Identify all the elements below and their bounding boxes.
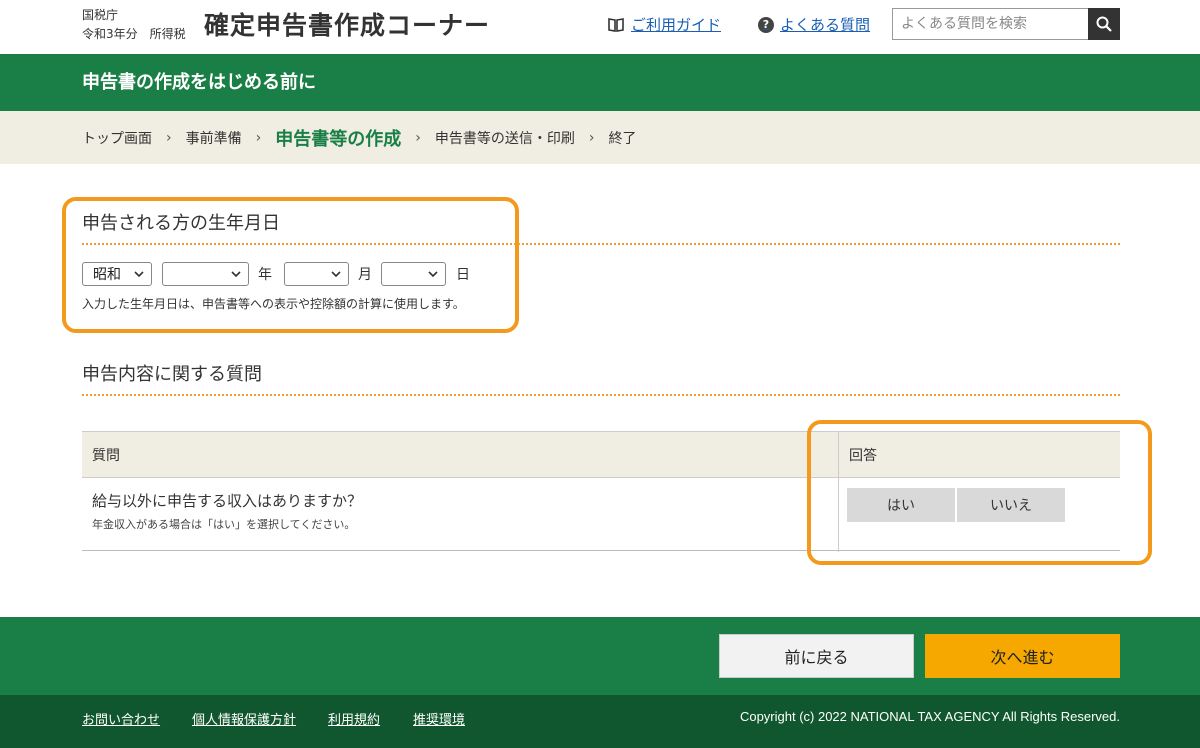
next-button[interactable]: 次へ進む (925, 634, 1120, 678)
breadcrumb-item-top: トップ画面 (82, 130, 152, 147)
breadcrumb: トップ画面 › 事前準備 › 申告書等の作成 › 申告書等の送信・印刷 › 終了 (0, 111, 1200, 164)
site-footer: お問い合わせ 個人情報保護方針 利用規約 推奨環境 Copyright (c) … (0, 695, 1200, 748)
column-header-question: 質問 (92, 448, 120, 464)
back-button[interactable]: 前に戻る (719, 634, 914, 678)
guide-link[interactable]: ご利用ガイド (607, 14, 721, 35)
footer-link-privacy[interactable]: 個人情報保護方針 (192, 709, 296, 728)
highlight-birthdate-box (62, 197, 519, 333)
search-icon (1096, 16, 1112, 32)
search-input[interactable] (892, 8, 1088, 40)
footer-link-environment[interactable]: 推奨環境 (413, 709, 465, 728)
chevron-right-icon: › (166, 129, 172, 146)
chevron-right-icon: › (255, 129, 262, 146)
breadcrumb-item-current: 申告書等の作成 (275, 128, 402, 150)
breadcrumb-item-end: 終了 (608, 130, 637, 147)
faq-link-label: よくある質問 (780, 16, 871, 34)
guide-link-label: ご利用ガイド (631, 16, 722, 34)
page-title-bar: 申告書の作成をはじめる前に (0, 54, 1200, 111)
footer-link-contact[interactable]: お問い合わせ (82, 709, 160, 728)
breadcrumb-item-prep: 事前準備 (185, 130, 242, 147)
footer-link-terms[interactable]: 利用規約 (328, 709, 380, 728)
question-text: 給与以外に申告する収入はありますか？ (92, 492, 363, 510)
breadcrumb-item-send: 申告書等の送信・印刷 (434, 130, 575, 147)
book-icon (608, 17, 624, 32)
copyright-text: Copyright (c) 2022 NATIONAL TAX AGENCY A… (739, 709, 1120, 724)
questions-section-title: 申告内容に関する質問 (82, 364, 262, 385)
page-title: 申告書の作成をはじめる前に (82, 72, 316, 93)
faq-link[interactable]: ? よくある質問 (758, 14, 870, 35)
section-divider (82, 394, 1120, 396)
tax-year-label: 令和3年分 所得税 (82, 27, 186, 41)
question-circle-icon: ? (758, 16, 774, 33)
chevron-right-icon: › (588, 129, 595, 146)
footer-navigation: 前に戻る 次へ進む (0, 617, 1200, 695)
agency-name: 国税庁 (82, 8, 119, 22)
highlight-answer-box (807, 420, 1152, 565)
site-title[interactable]: 確定申告書作成コーナー (204, 8, 490, 44)
chevron-right-icon: › (415, 129, 421, 146)
question-hint: 年金収入がある場合は「はい」を選択してください。 (92, 518, 356, 531)
search-button[interactable] (1088, 8, 1120, 40)
site-header: 国税庁 令和3年分 所得税 確定申告書作成コーナー ご利用ガイド ? よくある質… (0, 0, 1200, 54)
